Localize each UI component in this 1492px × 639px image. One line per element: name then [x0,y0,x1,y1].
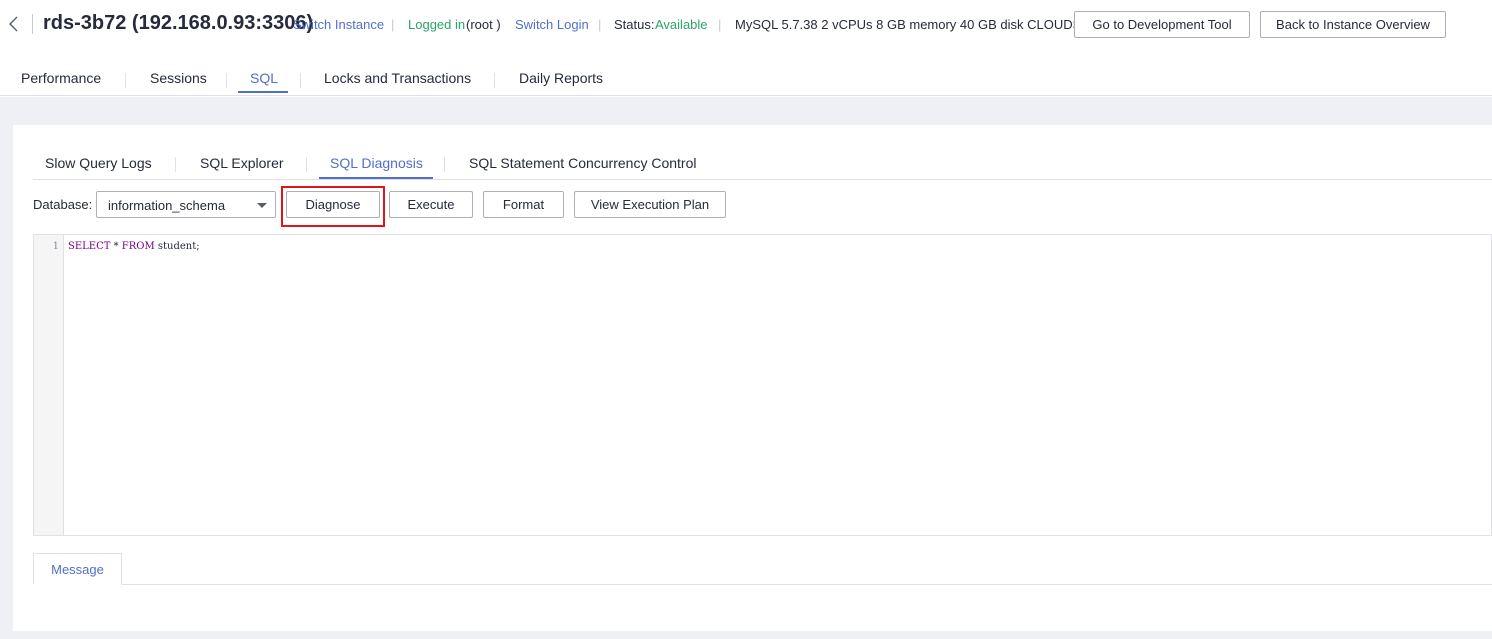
header-pipe: | [718,17,722,32]
switch-login-link[interactable]: Switch Login [515,17,589,32]
tab-divider [494,73,495,88]
subtab-active-indicator [319,177,433,179]
tab-message[interactable]: Message [33,553,122,585]
tab-daily-reports[interactable]: Daily Reports [519,70,603,86]
status-value: Available [655,17,708,32]
instance-spec: MySQL 5.7.38 2 vCPUs 8 GB memory 40 GB d… [735,17,1100,32]
database-select[interactable]: information_schema [96,191,276,218]
header-divider [32,14,33,34]
subtab-sql-diagnosis[interactable]: SQL Diagnosis [330,155,423,171]
sub-tab-bar: Slow Query Logs SQL Explorer SQL Diagnos… [33,148,1492,180]
subtab-concurrency-control[interactable]: SQL Statement Concurrency Control [469,155,696,171]
sql-editor[interactable]: 1 SELECT * FROM student; [33,234,1492,536]
sql-keyword: SELECT [68,241,111,252]
tab-divider [300,73,301,88]
header-pipe: | [598,17,602,32]
view-execution-plan-button[interactable]: View Execution Plan [574,191,726,218]
tab-divider [444,157,445,172]
editor-line-gutter: 1 [34,235,64,535]
database-label: Database: [33,197,93,212]
header-pipe: | [391,17,395,32]
execute-button[interactable]: Execute [389,191,473,218]
logged-in-status: Logged in [408,17,466,32]
status-label: Status: [614,17,655,32]
tab-divider [306,157,307,172]
tab-active-indicator [238,91,288,93]
result-tab-baseline [33,584,1492,585]
instance-header: rds-3b72 (192.168.0.93:3306) Switch Inst… [0,0,1492,50]
back-to-overview-button[interactable]: Back to Instance Overview [1260,11,1446,38]
sql-token: * [110,241,122,252]
tab-divider [125,73,126,88]
tab-divider [175,157,176,172]
subtab-slow-query-logs[interactable]: Slow Query Logs [45,155,152,171]
caret-down-icon [257,203,267,208]
sql-keyword: FROM [121,241,155,252]
logged-user: (root ) [466,17,501,32]
go-to-dev-tool-button[interactable]: Go to Development Tool [1074,11,1250,38]
format-button[interactable]: Format [483,191,564,218]
tab-sessions[interactable]: Sessions [150,70,207,86]
chevron-left-icon[interactable] [6,14,22,34]
instance-title: rds-3b72 (192.168.0.93:3306) [43,12,314,34]
tab-divider [226,73,227,88]
switch-instance-link[interactable]: Switch Instance [293,17,384,32]
tab-performance[interactable]: Performance [21,70,101,86]
line-number: 1 [52,241,59,252]
database-select-value: information_schema [108,198,226,213]
diagnose-highlight-box [281,186,385,227]
main-tab-bar: Performance Sessions SQL Locks and Trans… [0,60,1492,96]
subtab-sql-explorer[interactable]: SQL Explorer [200,155,284,171]
sql-token: student; [154,241,200,252]
sql-code-line[interactable]: SELECT * FROM student; [68,241,200,252]
tab-sql[interactable]: SQL [250,70,278,86]
tab-locks-transactions[interactable]: Locks and Transactions [324,70,471,86]
